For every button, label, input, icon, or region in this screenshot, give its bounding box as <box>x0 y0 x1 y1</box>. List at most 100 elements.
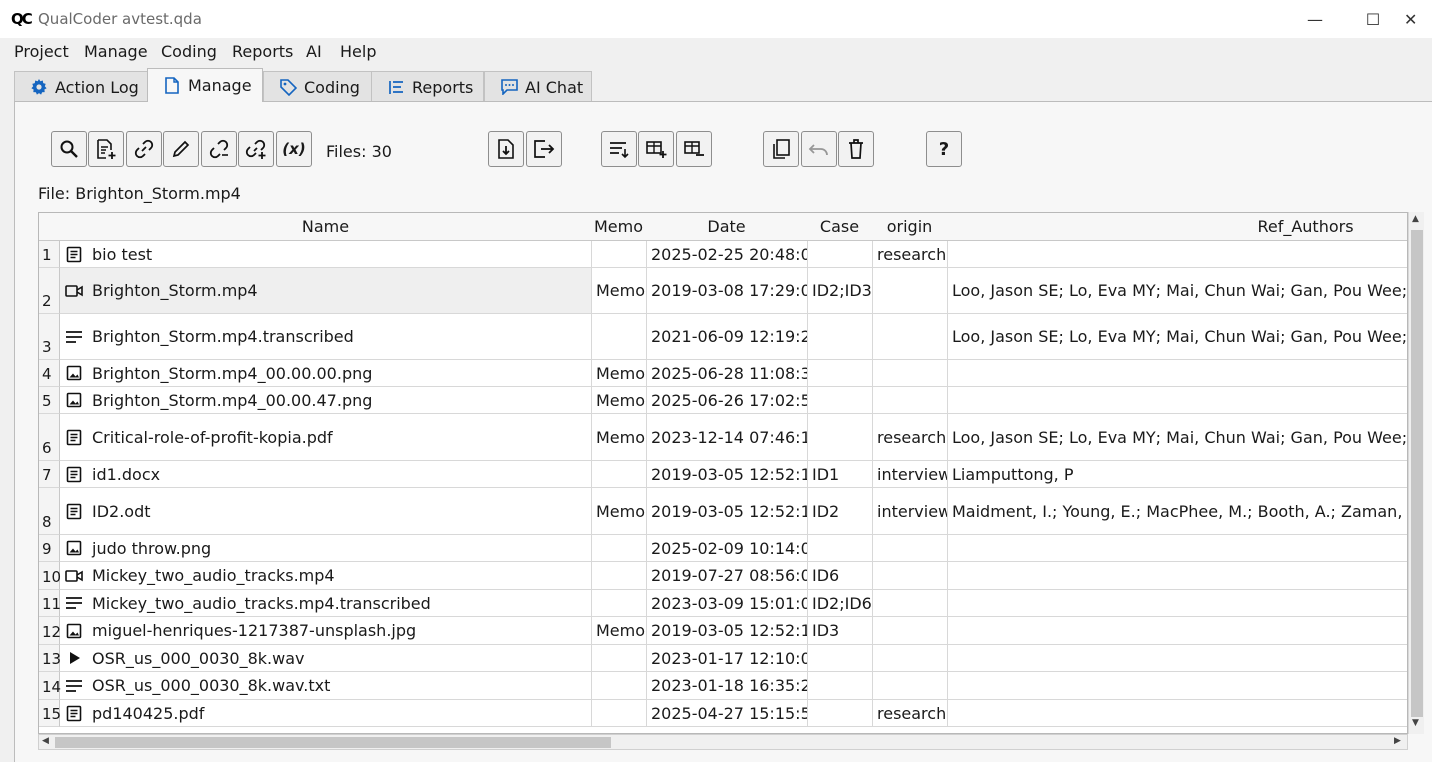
cell-case[interactable]: ID2 <box>807 488 873 535</box>
column-header-ref-authors[interactable]: Ref_Authors <box>947 213 1407 241</box>
cell-case[interactable]: ID1 <box>807 461 873 488</box>
vertical-scroll-thumb[interactable] <box>1411 230 1423 717</box>
row-number[interactable]: 9 <box>39 535 60 562</box>
menu-help[interactable]: Help <box>340 42 376 61</box>
cell-memo[interactable] <box>591 645 647 672</box>
cell-memo[interactable]: Memo <box>591 387 647 414</box>
menu-coding[interactable]: Coding <box>161 42 217 61</box>
scroll-down-icon[interactable]: ▼ <box>1412 718 1419 728</box>
cell-case[interactable] <box>807 645 873 672</box>
cell-name[interactable]: Mickey_two_audio_tracks.mp4.transcribed <box>60 590 592 617</box>
cell-origin[interactable] <box>872 562 948 590</box>
horizontal-scrollbar[interactable]: ◀ ▶ <box>38 734 1408 750</box>
row-number[interactable]: 4 <box>39 360 60 387</box>
row-number[interactable]: 11 <box>39 590 61 617</box>
cell-memo[interactable] <box>591 672 647 700</box>
cell-origin[interactable]: research <box>872 414 948 461</box>
cell-date[interactable]: 2019-03-05 12:52:11 <box>646 488 808 535</box>
scroll-left-icon[interactable]: ◀ <box>42 736 49 746</box>
cell-ref-authors[interactable] <box>947 241 1407 268</box>
row-number[interactable]: 12 <box>39 617 61 645</box>
cell-name[interactable]: OSR_us_000_0030_8k.wav.txt <box>60 672 592 700</box>
cell-case[interactable] <box>807 387 873 414</box>
remove-column-button[interactable] <box>676 131 712 167</box>
cell-name[interactable]: Brighton_Storm.mp4_00.00.00.png <box>60 360 592 387</box>
cell-date[interactable]: 2025-04-27 15:15:56 <box>646 700 808 727</box>
cell-name[interactable]: judo throw.png <box>60 535 592 562</box>
cell-ref-authors[interactable] <box>947 672 1407 700</box>
tab-action-log[interactable]: Action Log <box>14 71 148 102</box>
cell-date[interactable]: 2025-02-09 10:14:00 <box>646 535 808 562</box>
menu-project[interactable]: Project <box>14 42 69 61</box>
cell-memo[interactable]: Memo <box>591 617 647 645</box>
column-header-memo[interactable]: Memo <box>591 213 647 241</box>
scroll-up-icon[interactable]: ▲ <box>1412 214 1419 224</box>
cell-memo[interactable] <box>591 535 647 562</box>
cell-origin[interactable] <box>872 590 948 617</box>
row-number[interactable]: 2 <box>39 268 60 314</box>
cell-name[interactable]: bio test <box>60 241 592 268</box>
search-button[interactable] <box>51 131 87 167</box>
add-column-button[interactable] <box>638 131 674 167</box>
cell-origin[interactable]: research <box>872 241 948 268</box>
cell-case[interactable]: ID3 <box>807 617 873 645</box>
cell-name[interactable]: Brighton_Storm.mp4_00.00.47.png <box>60 387 592 414</box>
cell-case[interactable] <box>807 314 873 360</box>
cell-name[interactable]: id1.docx <box>60 461 592 488</box>
cell-origin[interactable] <box>872 268 948 314</box>
column-header-date[interactable]: Date <box>646 213 808 241</box>
cell-ref-authors[interactable]: Loo, Jason SE; Lo, Eva MY; Mai, Chun Wai… <box>947 314 1407 360</box>
cell-case[interactable]: ID2;ID3 <box>807 268 873 314</box>
row-number[interactable]: 6 <box>39 414 60 461</box>
cell-origin[interactable] <box>872 535 948 562</box>
cell-case[interactable] <box>807 414 873 461</box>
undo-button[interactable] <box>801 131 837 167</box>
menu-manage[interactable]: Manage <box>84 42 148 61</box>
cell-ref-authors[interactable] <box>947 535 1407 562</box>
cell-date[interactable]: 2019-07-27 08:56:09 <box>646 562 808 590</box>
row-number[interactable]: 3 <box>39 314 60 360</box>
row-number[interactable]: 13 <box>39 645 61 672</box>
row-number[interactable]: 5 <box>39 387 60 414</box>
add-document-button[interactable] <box>88 131 124 167</box>
tab-manage[interactable]: Manage <box>147 68 263 102</box>
cell-case[interactable]: ID6 <box>807 562 873 590</box>
cell-date[interactable]: 2019-03-08 17:29:09 <box>646 268 808 314</box>
cell-memo[interactable] <box>591 700 647 727</box>
cell-ref-authors[interactable]: Loo, Jason SE; Lo, Eva MY; Mai, Chun Wai… <box>947 268 1407 314</box>
horizontal-scroll-thumb[interactable] <box>55 737 611 748</box>
cell-date[interactable]: 2025-02-25 20:48:00 <box>646 241 808 268</box>
menu-reports[interactable]: Reports <box>232 42 293 61</box>
cell-ref-authors[interactable] <box>947 700 1407 727</box>
cell-ref-authors[interactable]: Liamputtong, P <box>947 461 1407 488</box>
cell-date[interactable]: 2023-01-17 12:10:03 <box>646 645 808 672</box>
vertical-scrollbar[interactable]: ▲ ▼ <box>1408 212 1424 734</box>
cell-ref-authors[interactable] <box>947 562 1407 590</box>
sort-button[interactable] <box>601 131 637 167</box>
maximize-button[interactable]: ☐ <box>1350 4 1396 34</box>
export-button[interactable] <box>526 131 562 167</box>
cell-name[interactable]: Brighton_Storm.mp4.transcribed <box>60 314 592 360</box>
cell-case[interactable] <box>807 535 873 562</box>
cell-date[interactable]: 2025-06-26 17:02:58 <box>646 387 808 414</box>
cell-origin[interactable]: interview <box>872 488 948 535</box>
cell-name[interactable]: pd140425.pdf <box>60 700 592 727</box>
column-header-case[interactable]: Case <box>807 213 873 241</box>
variable-button[interactable]: (x) <box>276 131 312 167</box>
tab-ai-chat[interactable]: AI Chat <box>484 71 592 102</box>
cell-case[interactable] <box>807 672 873 700</box>
cell-memo[interactable] <box>591 314 647 360</box>
cell-date[interactable]: 2019-03-05 12:52:11 <box>646 617 808 645</box>
cell-name[interactable]: miguel-henriques-1217387-unsplash.jpg <box>60 617 592 645</box>
row-number[interactable]: 1 <box>39 241 60 268</box>
minimize-button[interactable]: — <box>1292 4 1338 34</box>
cell-memo[interactable]: Memo <box>591 360 647 387</box>
edit-button[interactable] <box>163 131 199 167</box>
cell-case[interactable] <box>807 241 873 268</box>
cell-name[interactable]: Critical-role-of-profit-kopia.pdf <box>60 414 592 461</box>
cell-name[interactable]: Brighton_Storm.mp4 <box>60 268 592 314</box>
help-button[interactable]: ? <box>926 131 962 167</box>
cell-ref-authors[interactable] <box>947 360 1407 387</box>
cell-ref-authors[interactable]: Maidment, I.; Young, E.; MacPhee, M.; Bo… <box>947 488 1407 535</box>
cell-name[interactable]: ID2.odt <box>60 488 592 535</box>
